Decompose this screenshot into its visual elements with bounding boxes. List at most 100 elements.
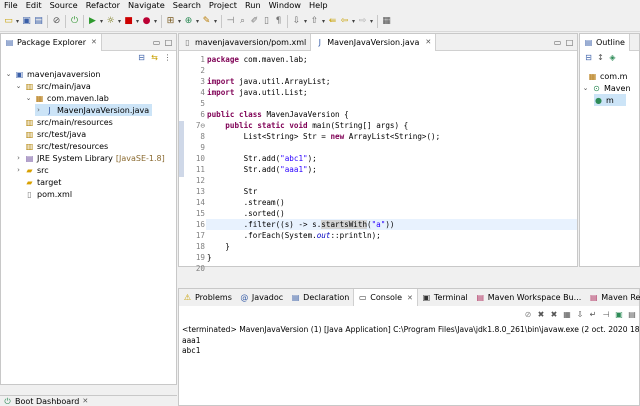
link-with-editor-icon[interactable]: ⇆ (150, 53, 159, 62)
tab-declaration[interactable]: ▤ Declaration (287, 289, 353, 306)
remove-launch-icon[interactable]: ✖ (536, 310, 546, 319)
code-line[interactable] (206, 98, 577, 109)
new-class-dropdown-icon[interactable]: ▾ (195, 18, 200, 25)
menu-search[interactable]: Search (169, 0, 205, 11)
new-icon[interactable]: ▭ (3, 16, 14, 27)
tab-maven-repos[interactable]: ▤ Maven Repos (585, 289, 640, 306)
menu-window[interactable]: Window (265, 0, 305, 11)
maximize-icon[interactable]: □ (565, 38, 574, 47)
coverage-dropdown-icon[interactable]: ▾ (153, 18, 158, 25)
outline-item-class[interactable]: ⌄ ⊙ Maven (582, 82, 631, 94)
code-line[interactable]: import java.util.List; (206, 87, 577, 98)
code-line[interactable]: List<String> Str = new ArrayList<String>… (206, 131, 577, 142)
sort-icon[interactable]: ↕ (596, 53, 605, 62)
chevron-down-icon[interactable]: ⌄ (15, 82, 22, 90)
forward-icon[interactable]: ⇨ (357, 16, 368, 27)
menu-project[interactable]: Project (205, 0, 241, 11)
run-dropdown-icon[interactable]: ▾ (99, 18, 104, 25)
close-icon[interactable]: ✕ (407, 294, 413, 302)
tab-maven-workspace[interactable]: ▤ Maven Workspace Bu... (472, 289, 586, 306)
code-line[interactable]: package com.maven.lab; (206, 54, 577, 65)
forward-dropdown-icon[interactable]: ▾ (369, 18, 374, 25)
chevron-down-icon[interactable]: ⌄ (582, 84, 589, 92)
tree-item-java-file[interactable]: › J MavenJavaVersion.java (35, 104, 153, 116)
tree-item-src-main-resources[interactable]: ▥ src/main/resources (15, 116, 113, 128)
tab-outline[interactable]: ▤ Outline (580, 33, 630, 51)
code-line[interactable]: .sorted() (206, 208, 577, 219)
pin-icon[interactable]: ⊣ (225, 16, 236, 27)
debug-dropdown-icon[interactable]: ▾ (117, 18, 122, 25)
stop-dropdown-icon[interactable]: ▾ (135, 18, 140, 25)
code-line[interactable]: .stream() (206, 197, 577, 208)
tree-item-jre-library[interactable]: › ▤ JRE System Library [JavaSE-1.8] (15, 152, 165, 164)
open-type-icon[interactable]: ✎ (201, 16, 212, 27)
block-selection-icon[interactable]: ▯ (261, 16, 272, 27)
clear-console-icon[interactable]: ▦ (562, 310, 572, 319)
next-annotation-dropdown-icon[interactable]: ▾ (303, 18, 308, 25)
code-line[interactable]: .filter((s) -> s.startsWith("a")) (206, 219, 577, 230)
stop-icon[interactable]: ■ (123, 16, 134, 27)
collapse-all-icon[interactable]: ⊟ (584, 53, 593, 62)
code-line[interactable] (206, 263, 577, 274)
search-icon[interactable]: ⌕ (237, 16, 248, 27)
view-menu-icon[interactable]: ⋮ (163, 53, 172, 62)
perspective-icon[interactable]: ▦ (381, 16, 392, 27)
boot-dashboard-tab[interactable]: ⏻ Boot Dashboard ✕ (0, 395, 177, 406)
close-icon[interactable]: ✕ (91, 38, 97, 46)
chevron-right-icon[interactable]: › (15, 166, 22, 174)
code-line[interactable]: } (206, 252, 577, 263)
tree-item-src-test-resources[interactable]: ▥ src/test/resources (15, 140, 108, 152)
code-line[interactable] (206, 65, 577, 76)
scroll-lock-icon[interactable]: ⇩ (575, 310, 585, 319)
code-line[interactable]: .forEach(System.out::println); (206, 230, 577, 241)
tab-package-explorer[interactable]: ▤ Package Explorer ✕ (1, 33, 102, 51)
close-icon[interactable]: ✕ (425, 38, 431, 46)
coverage-icon[interactable]: ● (141, 16, 152, 27)
debug-skip-icon[interactable]: ⊘ (51, 16, 62, 27)
back-icon[interactable]: ⇦ (339, 16, 350, 27)
show-whitespace-icon[interactable]: ¶ (273, 16, 284, 27)
word-wrap-icon[interactable]: ↵ (588, 310, 598, 319)
code-line[interactable] (206, 175, 577, 186)
menu-run[interactable]: Run (241, 0, 265, 11)
next-annotation-icon[interactable]: ⇩ (291, 16, 302, 27)
chevron-right-icon[interactable]: › (35, 106, 42, 114)
menu-source[interactable]: Source (46, 0, 82, 11)
save-icon[interactable]: ▣ (21, 16, 32, 27)
remove-all-icon[interactable]: ✖ (549, 310, 559, 319)
code-line[interactable]: import java.util.ArrayList; (206, 76, 577, 87)
new-java-dropdown-icon[interactable]: ▾ (177, 18, 182, 25)
tab-problems[interactable]: ⚠ Problems (179, 289, 236, 306)
open-console-icon[interactable]: ▤ (627, 310, 637, 319)
spring-icon[interactable]: ⏻ (69, 16, 80, 27)
outline-item-method[interactable]: ● m (594, 94, 626, 106)
tab-terminal[interactable]: ▣ Terminal (418, 289, 472, 306)
open-type-dropdown-icon[interactable]: ▾ (213, 18, 218, 25)
prev-annotation-icon[interactable]: ⇧ (309, 16, 320, 27)
code-area[interactable]: package com.maven.lab; import java.util.A… (206, 51, 577, 266)
tab-maven-java-version[interactable]: J MavenJavaVersion.java ✕ (311, 33, 437, 51)
tree-item-project[interactable]: ⌄ ▣ mavenjavaversion (5, 68, 101, 80)
terminate-icon[interactable]: ⊘ (523, 310, 533, 319)
tree-item-src-main-java[interactable]: ⌄ ▥ src/main/java (15, 80, 91, 92)
tree-item-target[interactable]: ▰ target (15, 176, 61, 188)
debug-icon[interactable]: ☼ (105, 16, 116, 27)
tree-item-src[interactable]: › ▰ src (15, 164, 49, 176)
code-line[interactable]: } (206, 241, 577, 252)
chevron-right-icon[interactable]: › (15, 154, 22, 162)
menu-file[interactable]: File (0, 0, 22, 11)
new-java-project-icon[interactable]: ⊞ (165, 16, 176, 27)
tab-pom-xml[interactable]: ▯ mavenjavaversion/pom.xml (179, 33, 312, 51)
hide-fields-icon[interactable]: ◈ (608, 53, 617, 62)
new-dropdown-icon[interactable]: ▾ (15, 18, 20, 25)
code-line[interactable] (206, 142, 577, 153)
prev-annotation-dropdown-icon[interactable]: ▾ (321, 18, 326, 25)
maximize-icon[interactable]: □ (164, 38, 173, 47)
menu-refactor[interactable]: Refactor (82, 0, 124, 11)
code-line[interactable]: Str.add("aaa1"); (206, 164, 577, 175)
pin-console-icon[interactable]: ⊣ (601, 310, 611, 319)
outline-item-package[interactable]: ▦ com.m (588, 70, 628, 82)
tab-javadoc[interactable]: @ Javadoc (236, 289, 287, 306)
save-all-icon[interactable]: ▤ (33, 16, 44, 27)
run-icon[interactable]: ▶ (87, 16, 98, 27)
